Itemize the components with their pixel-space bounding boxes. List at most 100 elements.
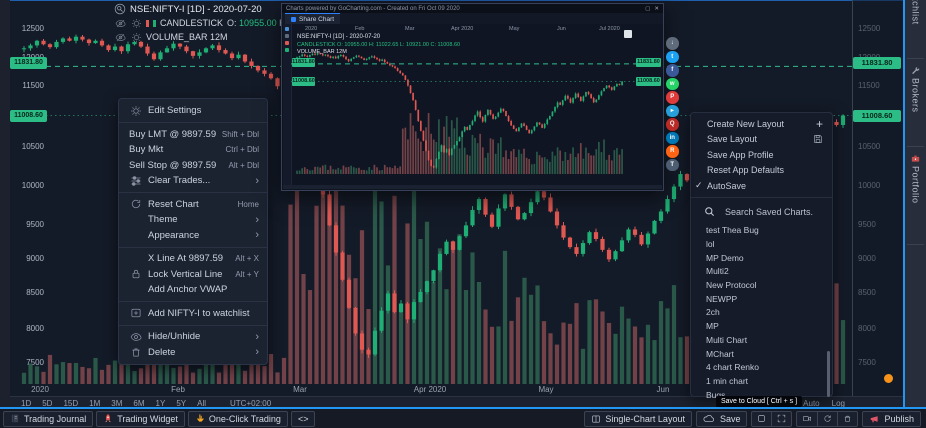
preview-window-title: Charts powered by GoCharting.com - Creat… bbox=[286, 6, 460, 12]
menu-item-edit-settings[interactable]: Edit Settings bbox=[119, 103, 267, 119]
saved-chart-item[interactable]: 4 chart Renko bbox=[691, 360, 832, 374]
price-tick: 8000 bbox=[8, 324, 44, 333]
submenu-chevron-icon: › bbox=[255, 347, 259, 357]
saved-chart-item[interactable]: MP Demo bbox=[691, 251, 832, 265]
x-axis-label: Apr 2020 bbox=[414, 385, 446, 394]
megaphone-icon bbox=[869, 414, 880, 424]
saved-chart-item[interactable]: New Protocol bbox=[691, 278, 832, 292]
preview-scrollbar[interactable] bbox=[283, 185, 662, 189]
menu-item-reset-app-defaults[interactable]: Reset App Defaults bbox=[691, 163, 832, 179]
share-button[interactable]: P bbox=[666, 91, 679, 104]
tab-portfolio[interactable]: Portfolio bbox=[905, 154, 926, 204]
fullscreen-button[interactable] bbox=[772, 412, 791, 426]
save-floppy-icon bbox=[813, 134, 823, 144]
menu-item-save-app-profile[interactable]: Save App Profile bbox=[691, 147, 832, 163]
saved-chart-item[interactable]: test Thea Bug bbox=[691, 224, 832, 238]
menu-item-theme[interactable]: Theme› bbox=[119, 212, 267, 228]
share-button[interactable]: Q bbox=[666, 118, 679, 131]
share-button[interactable]: ↓ bbox=[666, 37, 679, 50]
menu-divider bbox=[119, 192, 267, 193]
candle-style-chip-red bbox=[146, 20, 149, 27]
eye-icon bbox=[129, 331, 143, 343]
menu-item-buy-mkt[interactable]: Buy MktCtrl + Dbl bbox=[119, 142, 267, 158]
save-tooltip: Save to Cloud [ Ctrl + s ] bbox=[716, 396, 802, 407]
saved-chart-item[interactable]: MChart bbox=[691, 347, 832, 361]
screenshot-icon[interactable] bbox=[624, 30, 632, 38]
bottom-toolbar: Trading Journal Trading Widget One-Click… bbox=[0, 409, 926, 428]
submenu-chevron-icon: › bbox=[255, 215, 259, 225]
preview-high-tag-left: 11831.80 bbox=[292, 58, 315, 67]
menu-item-autosave[interactable]: ✓ AutoSave bbox=[691, 178, 832, 194]
saved-chart-item[interactable]: MP bbox=[691, 319, 832, 333]
menu-item-save-layout[interactable]: Save Layout bbox=[691, 132, 832, 148]
symbol-title[interactable]: NSE:NIFTY-I [1D] - 2020-07-20 bbox=[130, 4, 262, 15]
saved-chart-item[interactable]: Multi Chart bbox=[691, 333, 832, 347]
tab-watchlist[interactable]: Watchlist bbox=[905, 0, 926, 25]
preview-last-tag-left: 11008.60 bbox=[292, 77, 315, 86]
one-click-trading-button[interactable]: One-Click Trading bbox=[188, 411, 288, 427]
sliders-icon bbox=[129, 175, 143, 187]
single-chart-layout-button[interactable]: Single-Chart Layout bbox=[584, 411, 692, 427]
x-axis-label: Jun bbox=[657, 385, 670, 394]
saved-chart-item[interactable]: 1 min chart bbox=[691, 374, 832, 388]
menu-item-x-line[interactable]: X Line At 9897.59Alt + X bbox=[119, 251, 267, 267]
saved-chart-item[interactable]: Multi2 bbox=[691, 265, 832, 279]
gear-icon bbox=[129, 105, 143, 117]
menu-item-lock-vertical-line[interactable]: Lock Vertical LineAlt + Y bbox=[119, 267, 267, 283]
menu-item-buy-lmt[interactable]: Buy LMT @ 9897.59Shift + Dbl bbox=[119, 127, 267, 143]
volume-settings-gear-icon[interactable] bbox=[130, 31, 142, 43]
menu-item-hide-unhide[interactable]: Hide/Unhide› bbox=[119, 329, 267, 345]
trading-journal-button[interactable]: Trading Journal bbox=[3, 411, 93, 427]
open-value: 10955.00 bbox=[239, 18, 277, 28]
volume-study-name[interactable]: VOLUME_BAR 12M bbox=[146, 32, 228, 42]
maximize-icon[interactable]: ▢ bbox=[645, 6, 650, 12]
share-button[interactable]: in bbox=[666, 132, 679, 145]
study-settings-gear-icon[interactable] bbox=[130, 17, 142, 29]
saved-chart-item[interactable]: 2ch bbox=[691, 306, 832, 320]
connection-status-dot bbox=[884, 374, 893, 383]
menu-item-delete[interactable]: Delete› bbox=[119, 345, 267, 361]
share-button[interactable]: t bbox=[666, 51, 679, 64]
panel-scrollbar[interactable] bbox=[827, 351, 830, 397]
menu-item-add-to-watchlist[interactable]: Add NIFTY-I to watchlist bbox=[119, 306, 267, 322]
hide-volume-icon[interactable] bbox=[114, 31, 126, 43]
menu-item-sell-stop[interactable]: Sell Stop @ 9897.59Alt + Dbl bbox=[119, 158, 267, 174]
share-button[interactable]: w bbox=[666, 78, 679, 91]
submenu-chevron-icon: › bbox=[255, 230, 259, 240]
saved-chart-item[interactable]: lol bbox=[691, 237, 832, 251]
price-tick: 10500 bbox=[8, 142, 44, 151]
share-button[interactable]: ▸ bbox=[666, 105, 679, 118]
menu-item-add-anchor-vwap[interactable]: Add Anchor VWAP bbox=[119, 282, 267, 298]
x-axis-label: May bbox=[538, 385, 553, 394]
menu-item-create-new-layout[interactable]: Create New Layout + bbox=[691, 116, 832, 132]
menu-item-reset-chart[interactable]: Reset ChartHome bbox=[119, 197, 267, 213]
refresh-icon[interactable] bbox=[818, 412, 838, 426]
save-layout-panel: Create New Layout + Save Layout Save App… bbox=[690, 112, 833, 397]
trading-widget-button[interactable]: Trading Widget bbox=[96, 411, 185, 427]
share-button[interactable]: R bbox=[666, 145, 679, 158]
preview-month-label: May bbox=[509, 26, 519, 32]
preview-month-label: 2020 bbox=[305, 26, 317, 32]
camera-icon[interactable] bbox=[797, 412, 818, 426]
trash-icon[interactable] bbox=[838, 412, 857, 426]
add-to-watchlist-icon bbox=[129, 307, 143, 319]
maximize-pane-button[interactable] bbox=[752, 412, 772, 426]
menu-item-appearance[interactable]: Appearance› bbox=[119, 228, 267, 244]
preview-high-tag: 11831.80 bbox=[636, 58, 661, 67]
trading-app: 12500 12000 11500 10500 10000 9500 9000 … bbox=[0, 0, 926, 428]
save-button[interactable]: Save bbox=[696, 411, 748, 427]
share-button[interactable]: T bbox=[666, 159, 679, 172]
tab-brokers[interactable]: Brokers bbox=[905, 66, 926, 113]
symbol-search-icon[interactable] bbox=[114, 3, 126, 15]
hide-study-icon[interactable] bbox=[114, 17, 126, 29]
saved-chart-item[interactable]: NEWPP bbox=[691, 292, 832, 306]
trash-icon bbox=[129, 346, 143, 358]
publish-button[interactable]: Publish bbox=[862, 411, 921, 427]
saved-charts-search-input[interactable] bbox=[723, 206, 827, 218]
share-chart-tab[interactable]: Share Chart bbox=[285, 13, 340, 24]
menu-item-clear-trades[interactable]: Clear Trades...› bbox=[119, 173, 267, 189]
close-icon[interactable]: ✕ bbox=[654, 6, 659, 12]
code-button[interactable]: <> bbox=[291, 411, 316, 427]
study-name[interactable]: CANDLESTICK bbox=[160, 18, 223, 28]
share-button[interactable]: f bbox=[666, 64, 679, 77]
